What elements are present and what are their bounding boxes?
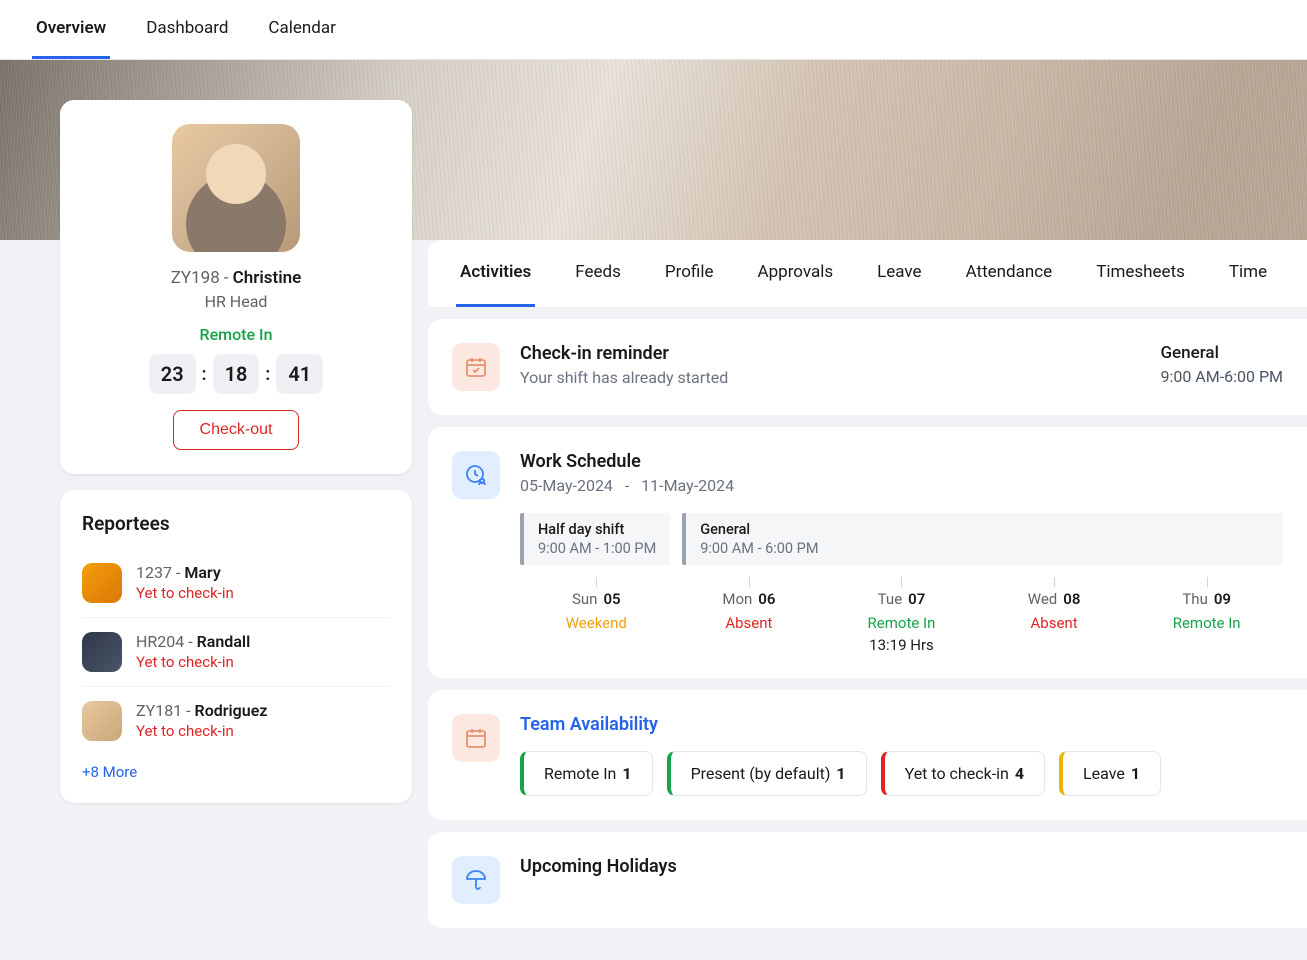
subtab-leave[interactable]: Leave — [873, 240, 925, 307]
profile-card: ZY198 - Christine HR Head Remote In 23 :… — [60, 100, 412, 474]
calendar-icon — [452, 714, 500, 762]
user-id-name: ZY198 - Christine — [84, 268, 388, 288]
shift-chip[interactable]: Half day shift 9:00 AM - 1:00 PM — [520, 513, 670, 565]
team-availability-panel: Team Availability Remote In1 Present (by… — [428, 690, 1307, 820]
subtab-time[interactable]: Time — [1225, 240, 1271, 307]
sub-tabs: Activities Feeds Profile Approvals Leave… — [428, 240, 1307, 307]
schedule-range: 05-May-2024 - 11-May-2024 — [520, 476, 1283, 495]
subtab-approvals[interactable]: Approvals — [754, 240, 838, 307]
checkin-reminder-panel: Check-in reminder Your shift has already… — [428, 319, 1307, 415]
day-hours: 13:19 Hrs — [825, 636, 978, 654]
subtab-timesheets[interactable]: Timesheets — [1092, 240, 1189, 307]
reportee-avatar — [82, 701, 122, 741]
timer-seconds: 41 — [276, 354, 323, 394]
shift-name: Half day shift — [538, 521, 656, 538]
checkin-title: Check-in reminder — [520, 343, 1140, 364]
tab-dashboard[interactable]: Dashboard — [142, 0, 232, 59]
tab-overview[interactable]: Overview — [32, 0, 110, 59]
shift-time: 9:00 AM - 6:00 PM — [700, 540, 1269, 557]
shift-time: 9:00 AM - 1:00 PM — [538, 540, 656, 557]
availability-pill-yet[interactable]: Yet to check-in4 — [881, 751, 1045, 796]
upcoming-holidays-panel: Upcoming Holidays — [428, 832, 1307, 928]
reportee-row[interactable]: 1237 - Mary Yet to check-in — [82, 549, 390, 618]
user-id: ZY198 — [171, 268, 220, 288]
schedule-timeline: Sun05 Weekend Mon06 Absent Tue07 Remote … — [520, 589, 1283, 654]
reportee-row[interactable]: HR204 - Randall Yet to check-in — [82, 618, 390, 687]
top-nav: Overview Dashboard Calendar — [0, 0, 1307, 60]
day-status: Weekend — [520, 614, 673, 632]
user-status: Remote In — [84, 325, 388, 344]
schedule-day[interactable]: Tue07 Remote In 13:19 Hrs — [825, 589, 978, 654]
schedule-day[interactable]: Thu09 Remote In — [1130, 589, 1283, 654]
day-status: Absent — [978, 614, 1131, 632]
reportee-id: HR204 — [136, 632, 184, 651]
work-schedule-panel: Work Schedule 05-May-2024 - 11-May-2024 … — [428, 427, 1307, 678]
shift-name: General — [700, 521, 1269, 538]
reportee-avatar — [82, 563, 122, 603]
availability-pill-remote[interactable]: Remote In1 — [520, 751, 653, 796]
timer-minutes: 18 — [213, 354, 260, 394]
availability-pill-leave[interactable]: Leave1 — [1059, 751, 1161, 796]
reportee-status: Yet to check-in — [136, 653, 390, 671]
reportee-name: Mary — [184, 563, 220, 582]
timer-hours: 23 — [149, 354, 196, 394]
reportees-title: Reportees — [82, 512, 390, 535]
subtab-attendance[interactable]: Attendance — [962, 240, 1057, 307]
day-status: Remote In — [1130, 614, 1283, 632]
clock-user-icon — [452, 451, 500, 499]
session-timer: 23 : 18 : 41 — [84, 354, 388, 394]
subtab-profile[interactable]: Profile — [661, 240, 718, 307]
schedule-day[interactable]: Wed08 Absent — [978, 589, 1131, 654]
day-status: Remote In — [825, 614, 978, 632]
checkin-shift-time: 9:00 AM-6:00 PM — [1160, 367, 1283, 386]
tab-calendar[interactable]: Calendar — [264, 0, 339, 59]
schedule-title: Work Schedule — [520, 451, 1283, 472]
reportee-name: Rodriguez — [195, 701, 268, 720]
reportee-status: Yet to check-in — [136, 722, 390, 740]
shift-chip[interactable]: General 9:00 AM - 6:00 PM — [682, 513, 1283, 565]
umbrella-icon — [452, 856, 500, 904]
day-status: Absent — [673, 614, 826, 632]
checkin-shift-name: General — [1160, 343, 1283, 363]
reportee-avatar — [82, 632, 122, 672]
user-role: HR Head — [84, 292, 388, 311]
availability-pill-present[interactable]: Present (by default)1 — [667, 751, 867, 796]
reportee-status: Yet to check-in — [136, 584, 390, 602]
subtab-activities[interactable]: Activities — [456, 240, 535, 307]
schedule-day[interactable]: Mon06 Absent — [673, 589, 826, 654]
subtab-feeds[interactable]: Feeds — [571, 240, 625, 307]
reportee-id: ZY181 — [136, 701, 182, 720]
checkout-button[interactable]: Check-out — [173, 410, 300, 450]
holidays-title: Upcoming Holidays — [520, 856, 1283, 877]
reportees-card: Reportees 1237 - Mary Yet to check-in H — [60, 490, 412, 803]
reportees-more-link[interactable]: +8 More — [82, 763, 137, 781]
reportee-id: 1237 — [136, 563, 172, 582]
reportee-row[interactable]: ZY181 - Rodriguez Yet to check-in — [82, 687, 390, 755]
avatar[interactable] — [172, 124, 300, 252]
calendar-check-icon — [452, 343, 500, 391]
team-availability-title[interactable]: Team Availability — [520, 714, 1283, 735]
user-name: Christine — [233, 268, 302, 288]
schedule-day[interactable]: Sun05 Weekend — [520, 589, 673, 654]
checkin-subtitle: Your shift has already started — [520, 368, 1140, 387]
reportee-name: Randall — [197, 632, 251, 651]
